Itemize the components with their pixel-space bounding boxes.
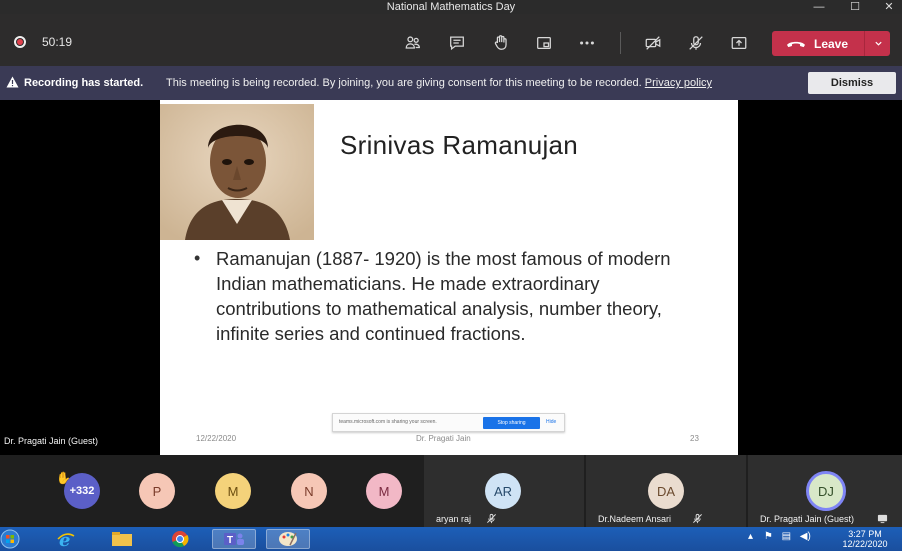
chat-button[interactable] <box>444 30 470 56</box>
participant-name: Dr. Pragati Jain (Guest) <box>760 514 855 524</box>
participant-tile-nadeem-ansari[interactable]: DA Dr.Nadeem Ansari <box>586 455 746 527</box>
slide-footer-author: Dr. Pragati Jain <box>416 434 471 443</box>
taskbar-date: 12/22/2020 <box>842 539 888 549</box>
stop-sharing-button[interactable]: Stop sharing <box>483 417 540 429</box>
chat-icon <box>450 36 464 51</box>
slide-bullet-text: Ramanujan (1887- 1920) is the most famou… <box>216 248 671 344</box>
participant-avatar[interactable]: P <box>139 473 175 509</box>
banner-text: This meeting is being recorded. By joini… <box>166 77 642 89</box>
privacy-policy-link[interactable]: Privacy policy <box>645 77 712 89</box>
close-window-button[interactable]: ✕ <box>872 0 902 14</box>
ellipsis-icon <box>580 41 594 45</box>
mic-off-icon <box>689 36 703 50</box>
participant-avatar: DA <box>648 473 684 509</box>
warning-icon <box>6 76 19 88</box>
hang-up-icon <box>786 39 808 48</box>
maximize-button[interactable]: ☐ <box>838 0 872 14</box>
taskbar-time: 3:27 PM <box>848 529 882 539</box>
window-titlebar: National Mathematics Day — ☐ ✕ <box>0 0 902 14</box>
ramanujan-portrait-image <box>160 104 314 240</box>
recording-indicator-icon <box>14 36 26 48</box>
leave-button[interactable]: Leave <box>772 31 890 56</box>
mic-toggle-button[interactable] <box>683 30 709 56</box>
internet-explorer-icon: e <box>57 530 75 548</box>
rooms-button[interactable] <box>531 30 557 56</box>
share-tray-icon <box>731 36 747 50</box>
presenter-name-label: Dr. Pragati Jain (Guest) <box>4 436 99 446</box>
windows-orb-icon <box>0 529 20 549</box>
bullet-point-icon: • <box>194 248 201 268</box>
breakout-rooms-icon <box>537 36 551 50</box>
chrome-icon <box>172 531 189 548</box>
meeting-timer: 50:19 <box>42 35 73 49</box>
window-title: National Mathematics Day <box>386 1 516 13</box>
recording-banner: Recording has started. This meeting is b… <box>0 66 902 100</box>
banner-title: Recording has started. <box>24 77 144 89</box>
taskbar-paint[interactable] <box>266 529 310 549</box>
mic-off-icon <box>693 513 702 524</box>
participant-avatar[interactable]: N <box>291 473 327 509</box>
participant-avatar: AR <box>485 473 521 509</box>
tray-flag-icon[interactable]: ⚑ <box>764 531 773 542</box>
leave-divider <box>864 31 865 56</box>
meeting-toolbar: 50:19 Leave <box>0 14 902 66</box>
taskbar-teams[interactable]: T <box>212 529 256 549</box>
slide-footer-date: 12/22/2020 <box>196 434 237 443</box>
presentation-slide: Srinivas Ramanujan • Ramanujan (1887- 19… <box>160 100 738 455</box>
toolbar-divider <box>620 32 621 54</box>
participant-avatar[interactable]: M <box>366 473 402 509</box>
banner-message: This meeting is being recorded. By joini… <box>166 77 712 89</box>
participant-avatar[interactable]: M <box>215 473 251 509</box>
tray-volume-icon[interactable]: ◀) <box>800 531 811 542</box>
screen-share-notice: teams.microsoft.com is sharing your scre… <box>332 413 565 432</box>
taskbar-chrome[interactable] <box>160 529 200 549</box>
slide-title: Srinivas Ramanujan <box>340 130 579 160</box>
folder-icon <box>112 532 132 546</box>
participant-tile-pragati-jain[interactable]: DJ Dr. Pragati Jain (Guest) <box>748 455 902 527</box>
start-button[interactable] <box>0 529 28 549</box>
dismiss-button[interactable]: Dismiss <box>808 72 896 94</box>
taskbar-internet-explorer[interactable]: e <box>46 529 86 549</box>
participants-strip: ✋ +332 P M N M AR aryan raj DA Dr.Nadeem… <box>0 455 902 527</box>
windows-taskbar: e T ▴ ⚑ ▤ ◀) 3:27 PM 12/22/2020 <box>0 527 902 551</box>
screen-share-icon <box>877 514 888 524</box>
svg-text:e: e <box>59 530 70 548</box>
shared-content-stage: Dr. Pragati Jain (Guest) Srinivas Ramanu… <box>0 100 902 455</box>
tray-network-icon[interactable]: ▤ <box>782 531 791 542</box>
more-actions-button[interactable] <box>574 30 600 56</box>
overflow-participants-button[interactable]: +332 <box>64 473 100 509</box>
mic-off-icon <box>487 513 496 524</box>
hide-share-notice-button[interactable]: Hide <box>546 419 556 425</box>
chevron-down-icon <box>874 41 882 46</box>
slide-page-number: 23 <box>690 434 699 443</box>
share-notice-text: teams.microsoft.com is sharing your scre… <box>339 419 437 425</box>
svg-text:T: T <box>227 535 233 546</box>
hand-icon <box>494 35 507 50</box>
camera-off-icon <box>645 36 661 50</box>
taskbar-file-explorer[interactable] <box>102 529 142 549</box>
minimize-button[interactable]: — <box>802 0 836 14</box>
camera-toggle-button[interactable] <box>640 30 666 56</box>
system-tray[interactable]: ▴ ⚑ ▤ ◀) <box>748 531 811 542</box>
tray-expand-icon[interactable]: ▴ <box>748 531 753 542</box>
participant-tile-aryan-raj[interactable]: AR aryan raj <box>424 455 584 527</box>
paint-palette-icon <box>279 532 297 546</box>
participant-name: aryan raj <box>436 514 472 524</box>
participant-name: Dr.Nadeem Ansari <box>598 514 672 524</box>
teams-icon: T <box>224 533 244 546</box>
leave-label: Leave <box>814 36 849 51</box>
share-content-button[interactable] <box>726 30 752 56</box>
raise-hand-button[interactable] <box>488 30 514 56</box>
taskbar-clock[interactable]: 3:27 PM 12/22/2020 <box>834 529 896 549</box>
leave-options-button[interactable] <box>868 31 888 56</box>
participants-button[interactable] <box>400 30 426 56</box>
people-icon <box>405 36 420 49</box>
participant-avatar-speaking: DJ <box>806 471 846 511</box>
